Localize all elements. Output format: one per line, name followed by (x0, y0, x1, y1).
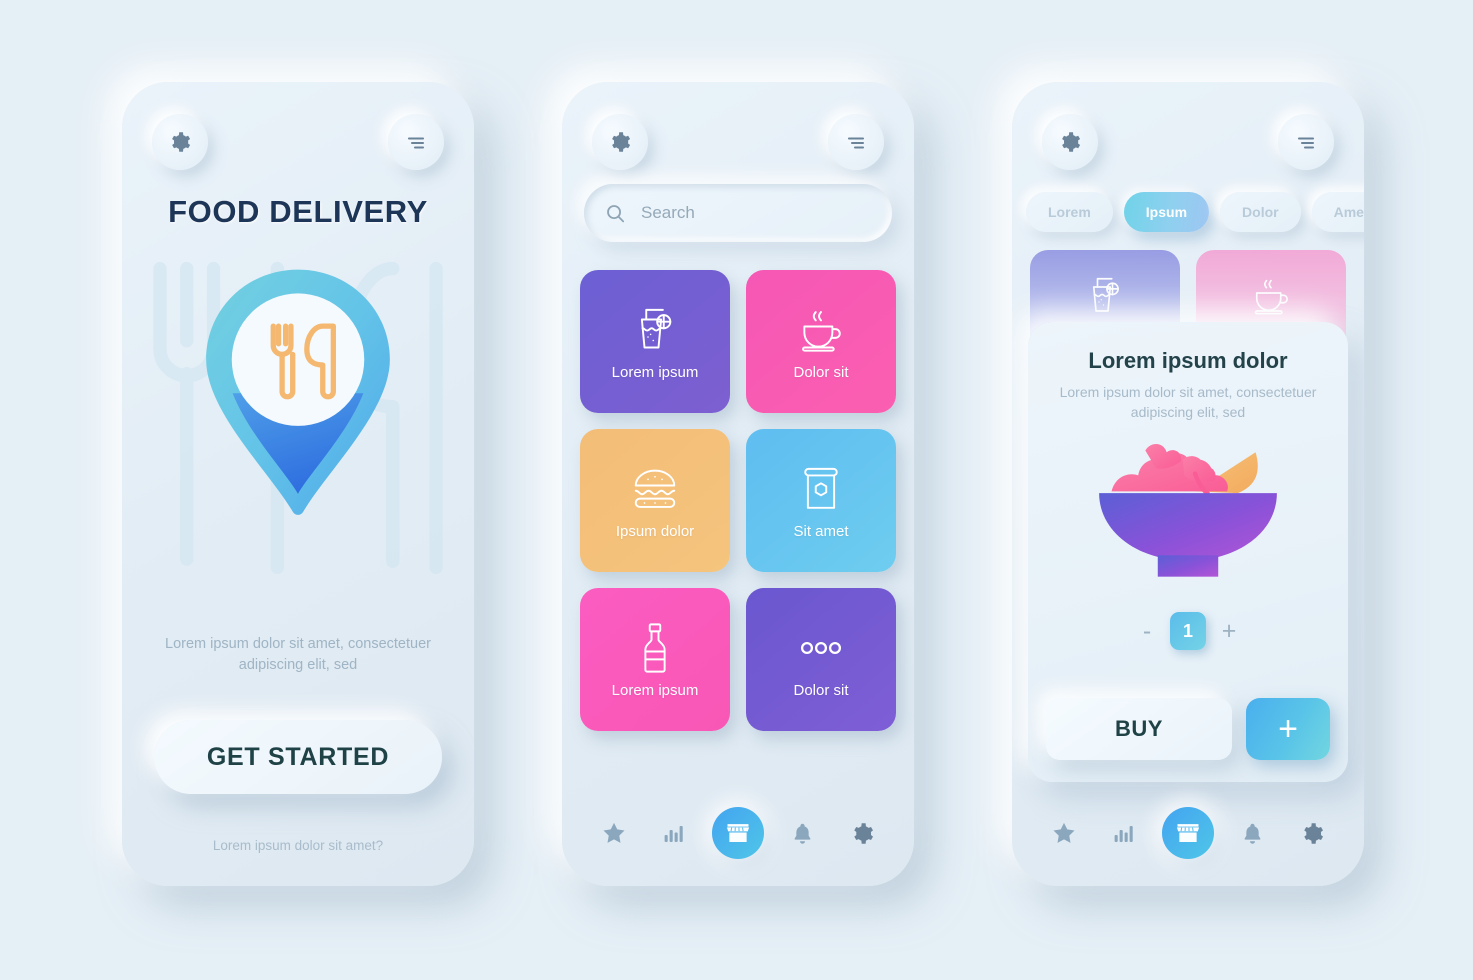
nav-item-shop[interactable] (1162, 807, 1214, 859)
nav-item-notifications[interactable] (780, 811, 824, 855)
top-bar (562, 102, 914, 172)
tile-label: Lorem ipsum (611, 682, 699, 699)
phone-screen-product: Lorem Ipsum Dolor Amet Lorem ipsum dolor… (1012, 82, 1364, 886)
product-description: Lorem ipsum dolor sit amet, consectetuer… (1059, 384, 1317, 420)
category-tile-bottle[interactable]: Lorem ipsum (580, 588, 730, 731)
top-bar (1012, 102, 1364, 172)
burger-icon (627, 461, 683, 517)
quantity-value: 1 (1170, 612, 1206, 650)
product-image (1046, 438, 1330, 598)
page-title: FOOD DELIVERY (168, 194, 428, 229)
star-icon (1051, 820, 1077, 846)
category-chip-row: Lorem Ipsum Dolor Amet (1026, 192, 1364, 232)
product-title: Lorem ipsum dolor (1088, 348, 1288, 373)
onboarding-footer-link[interactable]: Lorem ipsum dolor sit amet? (122, 838, 474, 853)
bottle-icon (627, 620, 683, 676)
settings-button[interactable] (592, 114, 648, 170)
decrement-button[interactable]: - (1138, 617, 1156, 646)
product-detail-card: Lorem ipsum dolor Lorem ipsum dolor sit … (1028, 322, 1348, 782)
category-tile-bag[interactable]: Sit amet (746, 429, 896, 572)
gear-icon (1058, 130, 1082, 154)
location-pin-fork-knife-icon (192, 262, 404, 533)
chip-amet[interactable]: Amet (1311, 192, 1364, 232)
nav-item-shop[interactable] (712, 807, 764, 859)
tile-label: Dolor sit (793, 364, 849, 381)
bar-chart-icon (1112, 821, 1136, 845)
hero-illustration (122, 248, 474, 608)
increment-button[interactable]: + (1220, 617, 1238, 646)
category-grid: Lorem ipsum Dolor sit Ipsum dolor Sit am… (580, 270, 896, 731)
nav-item-notifications[interactable] (1230, 811, 1274, 855)
tile-label: Ipsum dolor (615, 523, 695, 540)
app-mockup-stage: FOOD DELIVERY Lorem ipsum dolor sit amet… (0, 0, 1473, 980)
tile-label: Dolor sit (793, 682, 849, 699)
settings-button[interactable] (152, 114, 208, 170)
nav-item-stats[interactable] (1102, 811, 1146, 855)
search-placeholder: Search (641, 203, 695, 222)
category-tile-coffee[interactable]: Dolor sit (746, 270, 896, 413)
add-to-cart-button[interactable]: + (1246, 698, 1330, 760)
search-icon (604, 202, 627, 225)
get-started-button[interactable]: GET STARTED (154, 720, 442, 794)
drink-glass-icon (1081, 272, 1129, 320)
storefront-icon (724, 819, 752, 847)
tile-label: Sit amet (793, 523, 849, 540)
salad-bowl-icon (1090, 438, 1286, 598)
gear-icon (1300, 821, 1325, 846)
category-tile-burger[interactable]: Ipsum dolor (580, 429, 730, 572)
bar-chart-icon (662, 821, 686, 845)
quantity-stepper: - 1 + (1046, 612, 1330, 650)
buy-button[interactable]: BUY (1046, 698, 1232, 760)
nav-item-favorites[interactable] (1042, 811, 1086, 855)
bell-icon (1240, 821, 1265, 846)
gear-icon (608, 130, 632, 154)
chip-lorem[interactable]: Lorem (1026, 192, 1113, 232)
settings-button[interactable] (1042, 114, 1098, 170)
menu-button[interactable] (1278, 114, 1334, 170)
menu-button[interactable] (828, 114, 884, 170)
tile-label: Lorem ipsum (611, 364, 699, 381)
hamburger-menu-icon (844, 130, 868, 154)
coffee-cup-icon (793, 302, 849, 358)
nav-item-settings[interactable] (1290, 811, 1334, 855)
hamburger-menu-icon (404, 130, 428, 154)
star-icon (601, 820, 627, 846)
category-tile-drink[interactable]: Lorem ipsum (580, 270, 730, 413)
menu-button[interactable] (388, 114, 444, 170)
chip-dolor[interactable]: Dolor (1220, 192, 1301, 232)
food-bag-icon (793, 461, 849, 517)
phone-screen-catalog: Search Lorem ipsum Dolor sit Ipsum dolor… (562, 82, 914, 886)
phone-screen-onboarding: FOOD DELIVERY Lorem ipsum dolor sit amet… (122, 82, 474, 886)
drink-glass-icon (627, 302, 683, 358)
product-actions: BUY + (1046, 698, 1330, 760)
nav-item-favorites[interactable] (592, 811, 636, 855)
search-input[interactable]: Search (584, 184, 892, 242)
gear-icon (168, 130, 192, 154)
storefront-icon (1174, 819, 1202, 847)
three-dots-icon (793, 620, 849, 676)
bottom-navigation (1012, 794, 1364, 886)
bell-icon (790, 821, 815, 846)
top-bar (122, 102, 474, 172)
nav-item-settings[interactable] (840, 811, 884, 855)
nav-item-stats[interactable] (652, 811, 696, 855)
onboarding-subtitle: Lorem ipsum dolor sit amet, consectetuer… (165, 636, 431, 673)
category-tile-more[interactable]: Dolor sit (746, 588, 896, 731)
chip-ipsum[interactable]: Ipsum (1123, 192, 1210, 232)
bottom-navigation (562, 794, 914, 886)
coffee-cup-icon (1247, 272, 1295, 320)
hamburger-menu-icon (1294, 130, 1318, 154)
gear-icon (850, 821, 875, 846)
